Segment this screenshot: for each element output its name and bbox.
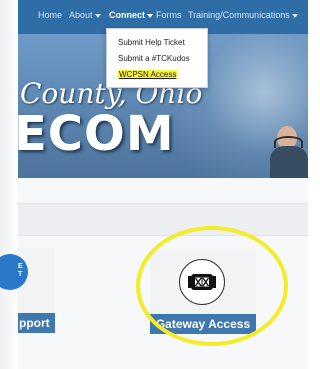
- page: Home About Connect Forms Training/Commun…: [0, 0, 308, 369]
- support-tile-caption: pport: [18, 313, 55, 333]
- nav-home[interactable]: Home: [38, 10, 62, 20]
- nav-connect-label: Connect: [109, 10, 145, 20]
- section-header-bar: [18, 203, 308, 236]
- nav-forms[interactable]: Forms: [156, 10, 182, 20]
- nav-about-label: About: [69, 10, 93, 20]
- nav-training-label: Training/Communications: [188, 10, 290, 20]
- nav-connect[interactable]: Connect: [109, 10, 153, 20]
- badge-icon-glyph: ET: [18, 263, 23, 278]
- connect-dropdown-menu: Submit Help Ticket Submit a #TCKudos WCP…: [106, 28, 208, 88]
- menu-item-submit-tckudos[interactable]: Submit a #TCKudos: [118, 54, 190, 63]
- chevron-down-icon: [291, 13, 298, 18]
- hero-ecom-text: ECOM: [18, 106, 175, 162]
- page-shadow: [0, 0, 18, 369]
- dispatcher-body: [270, 146, 308, 178]
- menu-item-wcpsn-access[interactable]: WCPSN Access: [118, 70, 178, 79]
- chevron-down-icon: [94, 13, 101, 18]
- annotation-circle: [136, 226, 288, 346]
- nav-forms-label: Forms: [156, 10, 182, 20]
- nav-training[interactable]: Training/Communications: [188, 10, 298, 20]
- nav-home-label: Home: [38, 10, 63, 20]
- nav-about[interactable]: About: [69, 10, 101, 20]
- menu-item-submit-help-ticket[interactable]: Submit Help Ticket: [118, 38, 185, 47]
- chevron-down-icon: [147, 13, 153, 18]
